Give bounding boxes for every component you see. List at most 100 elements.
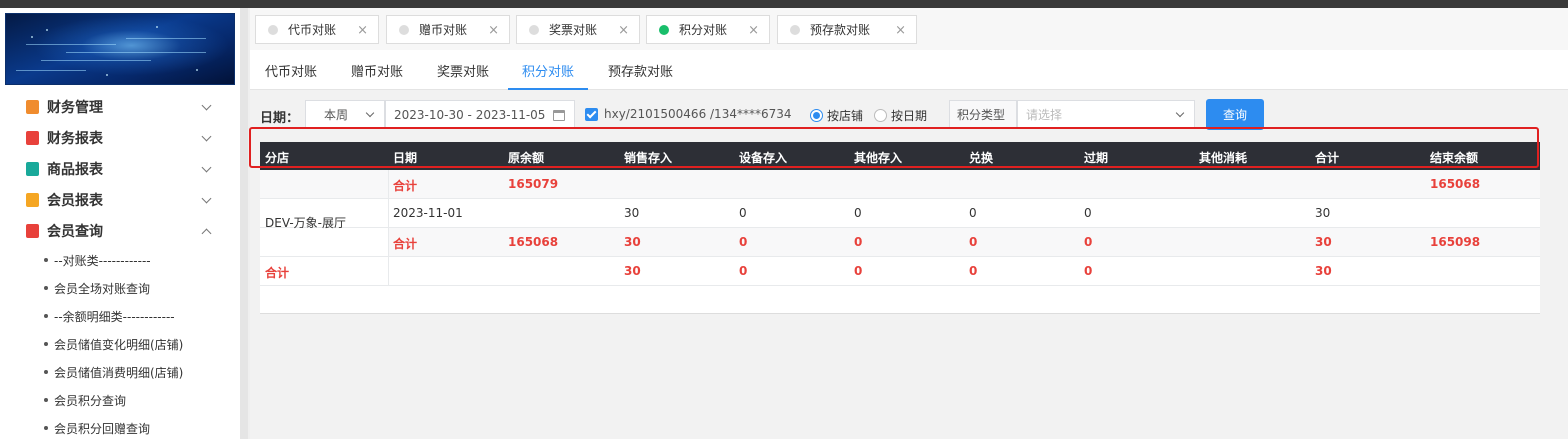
table-row: 合计 30 0 0 0 0 30 (260, 257, 1540, 286)
sidebar-subitem-label: --对账类------------ (54, 253, 151, 268)
sidebar-item-goods-report[interactable]: 商品报表 (0, 153, 240, 184)
sidebar-subitem-label: --余额明细类------------ (54, 309, 175, 324)
cell-device-in: 0 (739, 264, 748, 278)
page-tab-token[interactable]: 代币对账 × (255, 15, 379, 44)
close-icon[interactable]: × (357, 23, 368, 38)
cell-shop: 合计 (265, 266, 290, 280)
header-highlight-box (249, 127, 1539, 168)
store-checkbox[interactable]: hxy/2101500466 /134****6734 (585, 107, 792, 121)
cell-date: 合计 (393, 237, 418, 251)
sidebar-subitem-points-rebate-query[interactable]: 会员积分回赠查询 (0, 414, 240, 439)
main-content: 代币对账 × 赠币对账 × 奖票对账 × 积分对账 × 预存款对账 × 代币对账… (250, 8, 1568, 439)
sidebar-item-label: 会员查询 (47, 223, 103, 240)
close-icon[interactable]: × (748, 23, 759, 38)
radio-by-store[interactable]: 按店铺 (810, 107, 863, 124)
page-tab-label: 赠币对账 (419, 23, 468, 37)
sidebar-subitem-balance-group[interactable]: --余额明细类------------ (0, 302, 240, 330)
sidebar-item-label: 会员报表 (47, 192, 103, 209)
sidebar-scrollbar[interactable] (240, 8, 248, 439)
cell-end-balance: 165098 (1430, 235, 1481, 249)
chevron-down-icon (201, 100, 212, 111)
cell-other-in: 0 (854, 206, 862, 220)
points-type-select[interactable]: 请选择 (1017, 100, 1195, 129)
cell-date: 2023-11-01 (393, 206, 463, 220)
page-tab-points[interactable]: 积分对账 × (646, 15, 770, 44)
sidebar-subitem-stored-value-consume[interactable]: 会员储值消费明细(店铺) (0, 358, 240, 386)
points-type-label: 积分类型 (949, 100, 1017, 129)
tab-ticket-reconcile[interactable]: 奖票对账 (437, 61, 489, 80)
chevron-down-icon (201, 193, 212, 204)
tab-bonus-coin-reconcile[interactable]: 赠币对账 (351, 61, 403, 80)
date-label: 日期： (260, 111, 300, 126)
radio-selected-icon[interactable] (810, 109, 823, 122)
finance-manage-icon (26, 99, 39, 114)
member-report-icon (26, 192, 39, 207)
radio-by-date[interactable]: 按日期 (874, 107, 927, 124)
bullet-icon (44, 258, 48, 262)
page-tab-ticket[interactable]: 奖票对账 × (516, 15, 640, 44)
page-tab-label: 代币对账 (288, 23, 337, 37)
table-row: 合计 165079 165068 (260, 170, 1540, 199)
top-bar (0, 0, 1568, 8)
column-divider (388, 170, 389, 286)
cell-expired: 0 (1084, 206, 1092, 220)
cell-expired: 0 (1084, 264, 1093, 278)
sidebar-subitem-reconcile-group[interactable]: --对账类------------ (0, 246, 240, 274)
tab-status-dot (399, 24, 409, 35)
sidebar-item-finance-manage[interactable]: 财务管理 (0, 91, 240, 122)
sidebar-subitem-stored-value-change[interactable]: 会员储值变化明细(店铺) (0, 330, 240, 358)
chevron-down-icon (365, 108, 375, 118)
period-select[interactable]: 本周 (305, 100, 385, 129)
tab-points-reconcile[interactable]: 积分对账 (522, 61, 574, 80)
chevron-down-icon (201, 131, 212, 142)
checkbox-checked-icon[interactable] (585, 107, 598, 121)
store-checkbox-label: hxy/2101500466 /134****6734 (604, 107, 792, 121)
close-icon[interactable]: × (488, 23, 499, 38)
sidebar-subitem-label: 会员储值变化明细(店铺) (54, 337, 184, 352)
bullet-icon (44, 370, 48, 374)
cell-shop-merged: DEV-万象-展厅 (265, 216, 346, 230)
cell-device-in: 0 (739, 235, 748, 249)
date-range-picker[interactable]: 2023-10-30 - 2023-11-05 (385, 100, 575, 129)
sidebar-subitem-points-query[interactable]: 会员积分查询 (0, 386, 240, 414)
table-row: 合计 165068 30 0 0 0 0 30 165098 (260, 228, 1540, 257)
sidebar-item-label: 财务管理 (47, 99, 103, 116)
sidebar-item-finance-report[interactable]: 财务报表 (0, 122, 240, 153)
bullet-icon (44, 286, 48, 290)
tab-prepaid-reconcile[interactable]: 预存款对账 (608, 61, 673, 80)
page-tab-prepaid[interactable]: 预存款对账 × (777, 15, 917, 44)
sidebar-subitem-label: 会员储值消费明细(店铺) (54, 365, 184, 380)
tab-status-dot (268, 24, 278, 35)
calendar-icon (553, 110, 565, 121)
cell-device-in: 0 (739, 206, 747, 220)
bullet-icon (44, 426, 48, 430)
radio-by-date-label: 按日期 (891, 109, 928, 123)
sidebar-subitem-label: 会员全场对账查询 (54, 281, 151, 296)
page-tab-bonus-coin[interactable]: 赠币对账 × (386, 15, 510, 44)
sidebar-item-member-report[interactable]: 会员报表 (0, 184, 240, 215)
cell-total: 30 (1315, 264, 1332, 278)
sidebar-item-label: 商品报表 (47, 161, 103, 178)
close-icon[interactable]: × (895, 23, 906, 38)
cell-exchange: 0 (969, 206, 977, 220)
bullet-icon (44, 342, 48, 346)
sidebar-menu: 财务管理 财务报表 商品报表 会员报表 会员查询 --对账类----------… (0, 91, 240, 439)
radio-unselected-icon[interactable] (874, 109, 887, 122)
sidebar-item-member-query[interactable]: 会员查询 (0, 215, 240, 246)
sidebar-item-label: 财务报表 (47, 130, 103, 147)
sidebar-subitem-label: 会员积分查询 (54, 393, 127, 408)
cell-expired: 0 (1084, 235, 1093, 249)
active-tab-indicator (508, 88, 588, 90)
sidebar-subitem-member-full-reconcile[interactable]: 会员全场对账查询 (0, 274, 240, 302)
points-type-label-text: 积分类型 (957, 108, 1006, 122)
tab-token-reconcile[interactable]: 代币对账 (265, 61, 317, 80)
chevron-down-icon (1175, 108, 1185, 118)
table-body: 合计 165079 165068 2023-11-01 30 0 0 0 0 3… (260, 170, 1540, 314)
bullet-icon (44, 398, 48, 402)
subtab-bar: 代币对账 赠币对账 奖票对账 积分对账 预存款对账 (250, 50, 1568, 90)
close-icon[interactable]: × (618, 23, 629, 38)
sidebar: 财务管理 财务报表 商品报表 会员报表 会员查询 --对账类----------… (0, 8, 242, 439)
cell-sales-in: 30 (624, 264, 641, 278)
sidebar-banner-image (5, 13, 235, 85)
query-button[interactable]: 查询 (1206, 99, 1264, 130)
